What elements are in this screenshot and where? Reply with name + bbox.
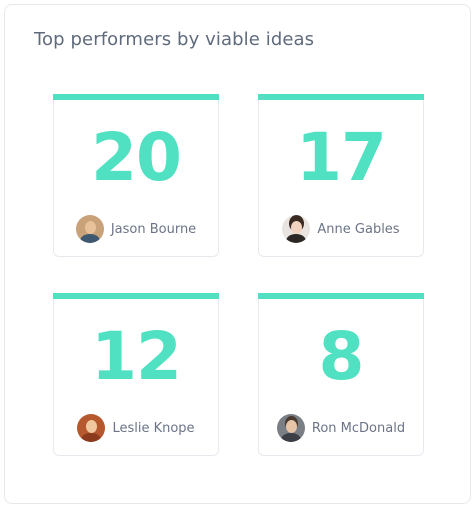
- top-performers-widget: Top performers by viable ideas 20 Jason …: [4, 4, 471, 504]
- performer-name: Ron McDonald: [311, 420, 406, 436]
- performer-name: Jason Bourne: [110, 221, 197, 237]
- widget-title: Top performers by viable ideas: [34, 29, 315, 50]
- idea-count: 12: [91, 318, 182, 395]
- avatar: [77, 414, 106, 442]
- performer-info: Anne Gables: [259, 215, 423, 243]
- performer-card[interactable]: 8 Ron McDonald: [258, 293, 424, 456]
- idea-count: 20: [91, 119, 182, 196]
- performer-card[interactable]: 20 Jason Bourne: [53, 94, 219, 257]
- idea-count: 8: [318, 318, 365, 395]
- card-accent-bar: [258, 94, 424, 100]
- performer-info: Leslie Knope: [54, 414, 218, 442]
- avatar: [282, 215, 311, 243]
- card-accent-bar: [258, 293, 424, 299]
- card-accent-bar: [53, 94, 219, 100]
- idea-count: 17: [296, 119, 387, 196]
- performer-card[interactable]: 12 Leslie Knope: [53, 293, 219, 456]
- avatar: [276, 414, 305, 442]
- performer-card[interactable]: 17 Anne Gables: [258, 94, 424, 257]
- avatar: [75, 215, 104, 243]
- performer-info: Ron McDonald: [259, 414, 423, 442]
- card-accent-bar: [53, 293, 219, 299]
- performer-name: Anne Gables: [317, 221, 400, 237]
- performer-info: Jason Bourne: [54, 215, 218, 243]
- performer-name: Leslie Knope: [112, 420, 195, 436]
